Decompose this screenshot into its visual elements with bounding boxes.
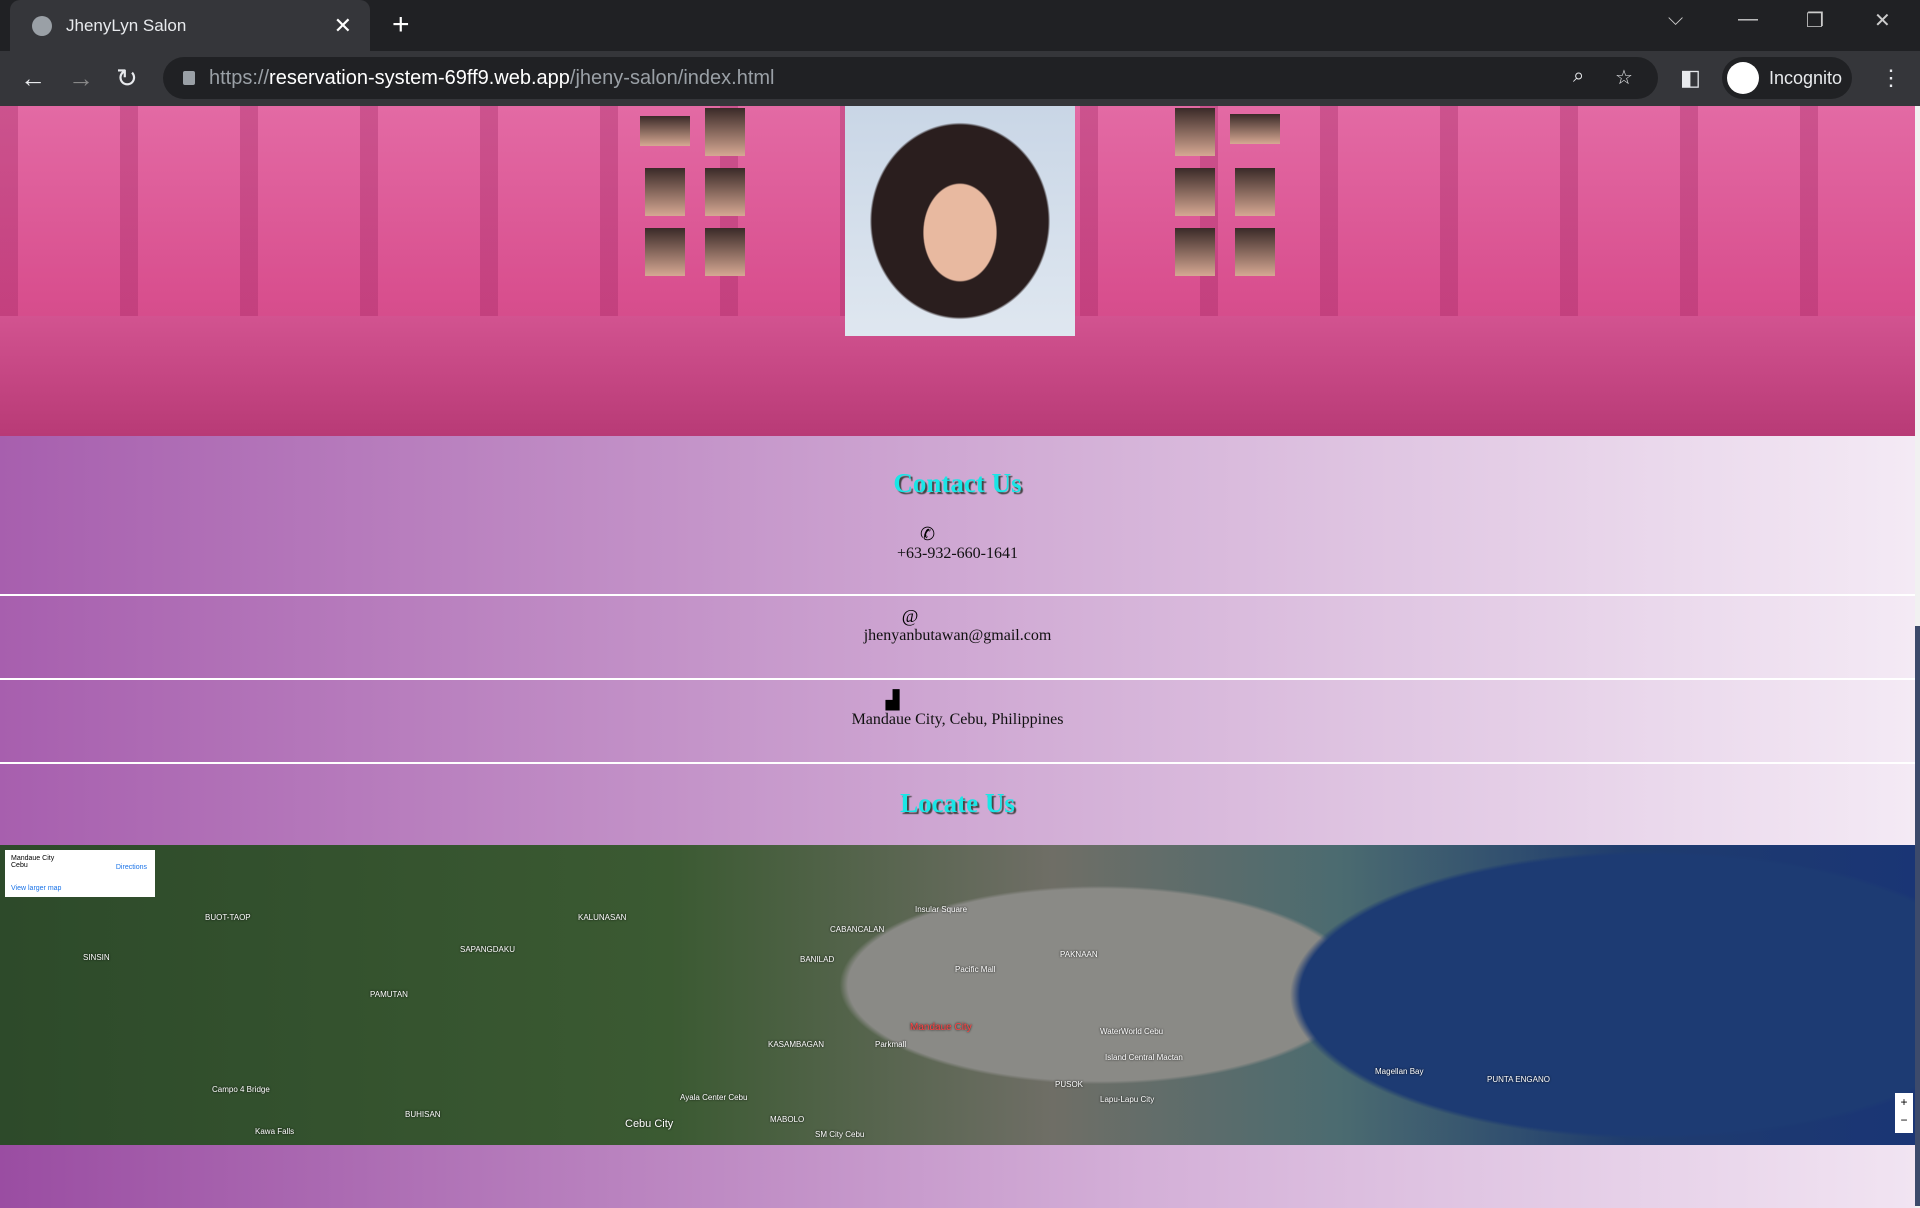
tab-active[interactable]: JhenyLyn Salon ✕ <box>10 0 370 51</box>
building-icon: ▟ <box>885 690 900 710</box>
hero-banner <box>0 106 1915 436</box>
divider <box>0 594 1915 596</box>
gallery-thumbnail[interactable] <box>705 108 745 156</box>
map-label: MABOLO <box>770 1115 805 1124</box>
reload-button[interactable]: ↻ <box>116 63 138 94</box>
map-label: CABANCALAN <box>830 925 885 934</box>
new-tab-button[interactable]: + <box>392 8 410 42</box>
browser-toolbar: ← → ↻ https://reservation-system-69ff9.w… <box>0 51 1920 106</box>
contact-email: @ jhenyanbutawan@gmail.com <box>0 606 1915 645</box>
embedded-map[interactable]: Mandaue City Cebu Directions View larger… <box>0 845 1915 1145</box>
incognito-icon <box>1727 62 1759 94</box>
gallery-thumbnail[interactable] <box>1235 168 1275 216</box>
gallery-thumbnail[interactable] <box>1175 228 1215 276</box>
divider <box>0 678 1915 680</box>
map-label: PAMUTAN <box>370 990 408 999</box>
featured-portrait <box>845 106 1075 336</box>
close-tab-icon[interactable]: ✕ <box>334 13 352 39</box>
map-label: PAKNAAN <box>1060 950 1098 959</box>
map-label: Magellan Bay <box>1375 1067 1424 1076</box>
address-text: Mandaue City, Cebu, Philippines <box>851 711 1064 728</box>
email-address: jhenyanbutawan@gmail.com <box>863 627 1052 644</box>
map-label: BUOT-TAOP <box>205 913 251 922</box>
map-label: WaterWorld Cebu <box>1100 1027 1164 1036</box>
map-label: Campo 4 Bridge <box>212 1085 270 1094</box>
map-label: Cebu City <box>625 1118 674 1130</box>
contact-address: ▟ Mandaue City, Cebu, Philippines <box>0 690 1915 729</box>
map-place-name: Mandaue City <box>11 855 55 862</box>
gallery-thumbnail[interactable] <box>1235 228 1275 276</box>
incognito-badge[interactable]: Incognito <box>1722 57 1852 99</box>
gallery-thumbnail[interactable] <box>1230 114 1280 144</box>
directions-link[interactable]: Directions <box>116 864 147 871</box>
gallery-thumbnail[interactable] <box>705 168 745 216</box>
restore-button[interactable]: ❐ <box>1806 8 1824 33</box>
tab-title: JhenyLyn Salon <box>66 15 187 35</box>
map-label: SINSIN <box>83 953 110 962</box>
map-label: PUSOK <box>1055 1080 1084 1089</box>
zoom-out-icon[interactable]: − <box>1895 1111 1913 1129</box>
map-label: Lapu-Lapu City <box>1100 1095 1155 1104</box>
map-info-card: Mandaue City Cebu Directions View larger… <box>5 850 155 897</box>
back-button[interactable]: ← <box>20 63 46 94</box>
bookmark-star-icon[interactable]: ☆ <box>1615 65 1633 90</box>
tab-search-icon[interactable]: ⌵ <box>1668 8 1683 31</box>
divider <box>0 762 1915 764</box>
side-panel-icon[interactable]: ◧ <box>1680 65 1701 91</box>
phone-icon: ✆ <box>919 524 936 544</box>
incognito-label: Incognito <box>1769 67 1843 88</box>
gallery-thumbnail[interactable] <box>1175 108 1215 156</box>
map-label: SM City Cebu <box>815 1130 865 1139</box>
tab-bar: JhenyLyn Salon ✕ + ⌵ — ❐ ✕ <box>0 0 1920 51</box>
close-window-button[interactable]: ✕ <box>1874 8 1891 33</box>
view-larger-map-link[interactable]: View larger map <box>11 885 61 892</box>
contact-heading: Contact Us <box>893 468 1022 498</box>
lock-icon <box>183 71 195 85</box>
zoom-in-icon[interactable]: + <box>1895 1093 1913 1111</box>
url-path: /jheny-salon/index.html <box>569 66 775 89</box>
map-label: PUNTA ENGANO <box>1487 1075 1550 1084</box>
scrollbar-thumb[interactable] <box>1915 626 1920 1206</box>
address-bar[interactable]: https://reservation-system-69ff9.web.app… <box>163 57 1658 99</box>
map-label: KALUNASAN <box>578 913 627 922</box>
minimize-button[interactable]: — <box>1738 8 1758 31</box>
footer-band <box>0 1145 1915 1208</box>
gallery-thumbnail[interactable] <box>1175 168 1215 216</box>
map-zoom-control[interactable]: + − <box>1895 1093 1913 1133</box>
map-label: Mandaue City <box>910 1022 972 1033</box>
map-label: Island Central Mactan <box>1105 1053 1183 1062</box>
globe-icon <box>32 15 52 36</box>
url-host: reservation-system-69ff9.web.app <box>269 66 570 89</box>
gallery-thumbnail[interactable] <box>640 116 690 146</box>
map-label: Parkmall <box>875 1040 907 1049</box>
zoom-icon[interactable]: ⌕ <box>1573 65 1584 88</box>
menu-icon[interactable]: ⋮ <box>1880 65 1902 91</box>
map-label: BANILAD <box>800 955 835 964</box>
map-label: SAPANGDAKU <box>460 945 515 954</box>
locate-heading: Locate Us <box>900 788 1015 818</box>
scrollbar[interactable] <box>1915 106 1920 1208</box>
contact-section: Contact Us ✆ +63-932-660-1641 @ jhenyanb… <box>0 436 1915 845</box>
phone-number: +63-932-660-1641 <box>896 545 1018 562</box>
gallery-thumbnail[interactable] <box>645 168 685 216</box>
map-label: BUHISAN <box>405 1110 441 1119</box>
map-label: Ayala Center Cebu <box>680 1093 748 1102</box>
gallery-thumbnail[interactable] <box>645 228 685 276</box>
map-label: KASAMBAGAN <box>768 1040 825 1049</box>
contact-phone: ✆ +63-932-660-1641 <box>0 524 1915 563</box>
at-icon: @ <box>901 606 919 626</box>
forward-button[interactable]: → <box>68 63 94 94</box>
map-label: Insular Square <box>915 905 968 914</box>
gallery-thumbnail[interactable] <box>705 228 745 276</box>
map-label: Kawa Falls <box>255 1127 295 1136</box>
url-scheme: https:// <box>209 66 270 89</box>
map-label: Pacific Mall <box>955 965 996 974</box>
